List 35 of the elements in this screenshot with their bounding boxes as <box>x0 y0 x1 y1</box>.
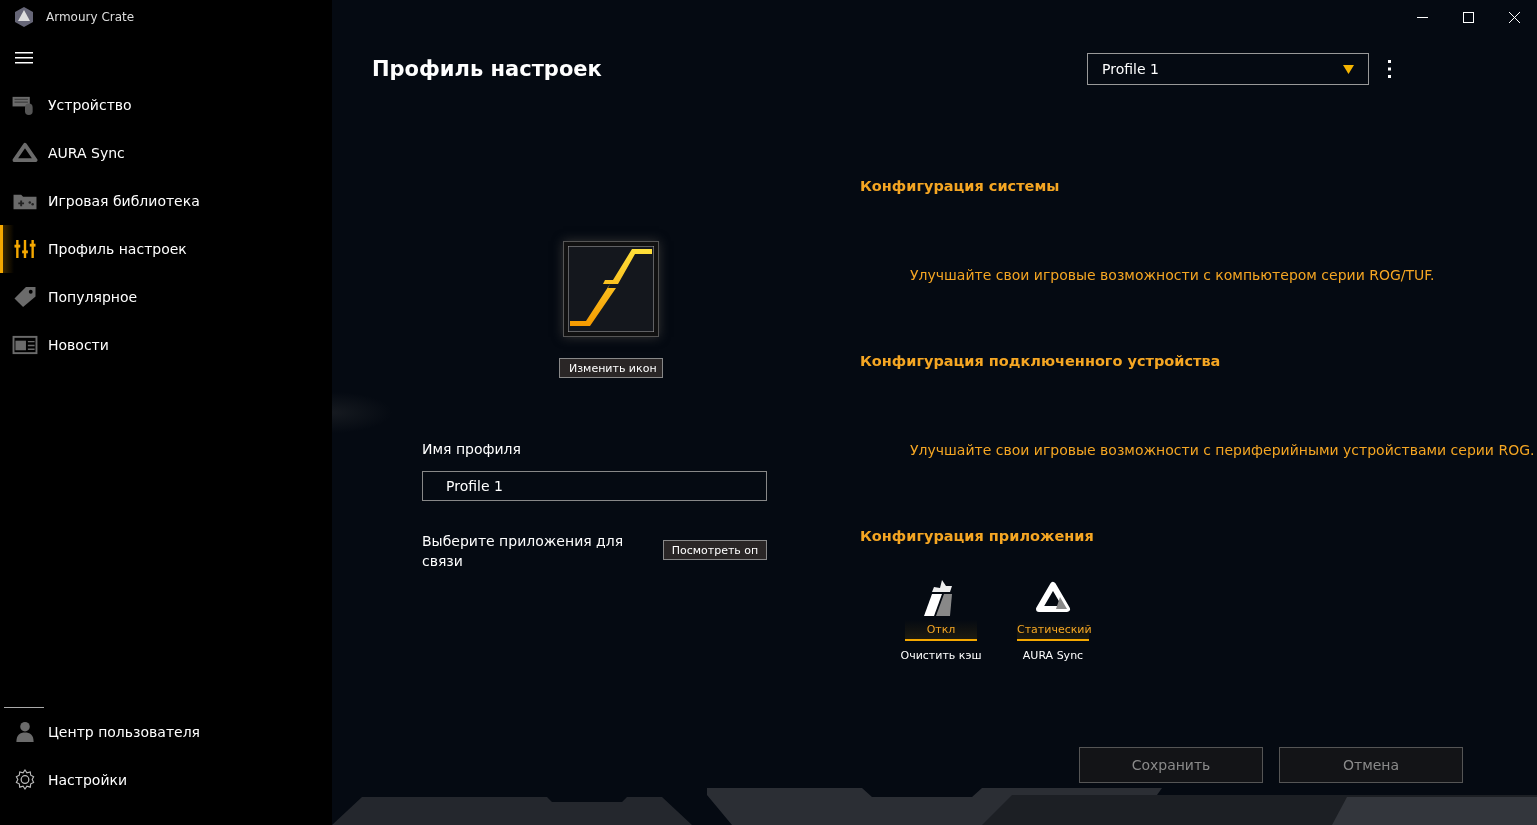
app-name: AURA Sync <box>1022 649 1084 662</box>
change-icon-button[interactable]: Изменить икон <box>559 358 663 378</box>
sidebar-item[interactable]: Настройки <box>0 756 332 804</box>
maximize-icon <box>1462 11 1474 23</box>
section-heading: Конфигурация системы <box>860 177 1061 196</box>
triangle-icon <box>12 142 38 164</box>
caret-icon <box>1343 64 1354 74</box>
profile-icon <box>563 241 659 337</box>
tag-icon <box>12 286 38 308</box>
profile-name-field[interactable]: Profile 1 <box>422 471 767 501</box>
section-description: Улучшайте свои игровые возможности с компьютером серии ROG/TUF. <box>910 266 1436 285</box>
link-apps-label: Выберите приложения для связи <box>422 532 625 571</box>
profile-name-label: Имя профиля <box>422 441 522 459</box>
app-title: Armoury Crate <box>46 10 135 24</box>
sidebar-item[interactable]: Центр пользователя <box>0 708 332 756</box>
menu-icon[interactable] <box>15 50 33 65</box>
news-icon <box>12 334 38 356</box>
close-icon <box>1508 11 1520 23</box>
section-heading: Конфигурация подключенного устройства <box>860 352 1222 371</box>
sidebar-item[interactable]: Популярное <box>0 273 332 321</box>
more-options-icon[interactable] <box>1388 59 1392 79</box>
section-heading: Конфигурация приложения <box>860 527 1095 546</box>
app-status: Откл <box>905 620 977 641</box>
sidebar-item[interactable]: AURA Sync <box>0 129 332 177</box>
app-status: Статический <box>1017 620 1089 641</box>
page-title: Профиль настроек <box>372 57 603 81</box>
sidebar-item[interactable]: Новости <box>0 321 332 369</box>
sidebar-item[interactable]: Игровая библиотека <box>0 177 332 225</box>
view-options-button[interactable]: Посмотреть оп <box>663 540 767 560</box>
sliders-icon <box>12 238 38 260</box>
app-name: Очистить кэш <box>900 649 982 662</box>
profile-dropdown[interactable]: Profile 1 <box>1087 53 1369 85</box>
sidebar-item[interactable]: Устройство <box>0 81 332 129</box>
app-logo-icon <box>14 7 34 27</box>
section-description: Улучшайте свои игровые возможности с периферийными устройствами серии ROG. <box>910 441 1536 460</box>
